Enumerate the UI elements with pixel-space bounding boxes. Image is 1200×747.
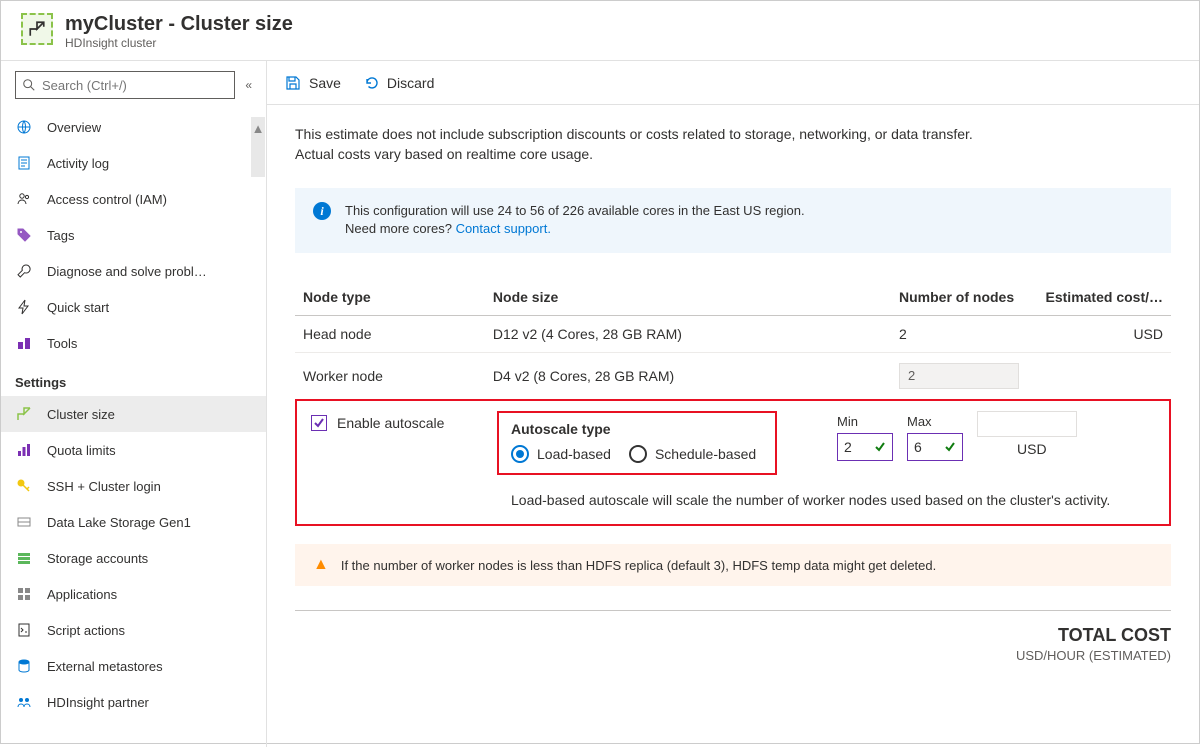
sidebar-item-external-metastores[interactable]: External metastores <box>1 648 266 684</box>
globe-icon <box>15 118 33 136</box>
radio-schedule-based[interactable]: Schedule-based <box>629 445 756 463</box>
max-nodes-input[interactable]: 6 <box>907 433 963 461</box>
script-icon <box>15 621 33 639</box>
storage-icon <box>15 549 33 567</box>
sidebar-item-access-control-iam-[interactable]: Access control (IAM) <box>1 181 266 217</box>
search-icon <box>22 78 36 92</box>
table-row: Head nodeD12 v2 (4 Cores, 28 GB RAM)2USD <box>295 315 1171 352</box>
sidebar-item-script-actions[interactable]: Script actions <box>1 612 266 648</box>
col-node-type: Node type <box>295 279 485 316</box>
sidebar-item-tags[interactable]: Tags <box>1 217 266 253</box>
table-row: Worker nodeD4 v2 (8 Cores, 28 GB RAM) <box>295 352 1171 399</box>
autoscale-panel: Enable autoscale Autoscale type Load-bas… <box>295 399 1171 527</box>
discard-button[interactable]: Discard <box>363 75 434 91</box>
nav-section-settings: Settings <box>1 361 266 396</box>
page-header: myCluster - Cluster size HDInsight clust… <box>1 1 1199 61</box>
wrench-icon <box>15 262 33 280</box>
total-cost: TOTAL COST USD/HOUR (ESTIMATED) <box>295 610 1171 663</box>
info-icon: i <box>313 202 331 220</box>
min-nodes-input[interactable]: 2 <box>837 433 893 461</box>
sidebar-item-storage-accounts[interactable]: Storage accounts <box>1 540 266 576</box>
col-num-nodes: Number of nodes <box>891 279 1031 316</box>
sidebar-item-cluster-size[interactable]: Cluster size <box>1 396 266 432</box>
log-icon <box>15 154 33 172</box>
sidebar-item-ssh-cluster-login[interactable]: SSH + Cluster login <box>1 468 266 504</box>
toolbar: Save Discard <box>267 61 1199 105</box>
info-banner: i This configuration will use 24 to 56 o… <box>295 188 1171 252</box>
tag-icon <box>15 226 33 244</box>
search-input[interactable] <box>15 71 235 99</box>
sidebar: « ▲ OverviewActivity logAccess control (… <box>1 61 267 747</box>
node-table: Node type Node size Number of nodes Esti… <box>295 279 1171 400</box>
autoscale-type-group: Autoscale type Load-based Schedule-based <box>497 411 777 475</box>
col-cost: Estimated cost/… <box>1031 279 1171 316</box>
sidebar-item-activity-log[interactable]: Activity log <box>1 145 266 181</box>
scroll-up-button[interactable]: ▲ <box>251 117 265 177</box>
save-button[interactable]: Save <box>285 75 341 91</box>
people-icon <box>15 190 33 208</box>
quota-icon <box>15 441 33 459</box>
intro-text: This estimate does not include subscript… <box>295 125 1171 164</box>
metastore-icon <box>15 657 33 675</box>
sidebar-item-data-lake-storage-gen1[interactable]: Data Lake Storage Gen1 <box>1 504 266 540</box>
autoscale-description: Load-based autoscale will scale the numb… <box>511 491 1131 511</box>
undo-icon <box>363 75 379 91</box>
warning-banner: ▲ If the number of worker nodes is less … <box>295 544 1171 586</box>
page-title: myCluster - Cluster size <box>65 13 293 36</box>
check-icon <box>944 441 956 453</box>
partner-icon <box>15 693 33 711</box>
datalake-icon <box>15 513 33 531</box>
check-icon <box>874 441 886 453</box>
sidebar-item-overview[interactable]: Overview <box>1 109 266 145</box>
sidebar-item-quick-start[interactable]: Quick start <box>1 289 266 325</box>
cluster-icon <box>15 405 33 423</box>
main-content: Save Discard This estimate does not incl… <box>267 61 1199 747</box>
key-icon <box>15 477 33 495</box>
worker-nodes-input[interactable] <box>899 363 1019 389</box>
warning-icon: ▲ <box>313 556 329 574</box>
sidebar-item-tools[interactable]: Tools <box>1 325 266 361</box>
enable-autoscale-checkbox[interactable]: Enable autoscale <box>311 415 497 431</box>
tools-icon <box>15 334 33 352</box>
page-subtitle: HDInsight cluster <box>65 36 293 50</box>
sidebar-item-hdinsight-partner[interactable]: HDInsight partner <box>1 684 266 720</box>
sidebar-item-applications[interactable]: Applications <box>1 576 266 612</box>
col-node-size: Node size <box>485 279 891 316</box>
sidebar-item-quota-limits[interactable]: Quota limits <box>1 432 266 468</box>
bolt-icon <box>15 298 33 316</box>
collapse-sidebar-button[interactable]: « <box>245 78 252 92</box>
save-icon <box>285 75 301 91</box>
radio-load-based[interactable]: Load-based <box>511 445 611 463</box>
cluster-icon <box>21 13 53 45</box>
contact-support-link[interactable]: Contact support. <box>456 221 551 236</box>
sidebar-item-diagnose-and-solve-probl-[interactable]: Diagnose and solve probl… <box>1 253 266 289</box>
autoscale-cost-cell: USD <box>977 411 1077 461</box>
apps-icon <box>15 585 33 603</box>
